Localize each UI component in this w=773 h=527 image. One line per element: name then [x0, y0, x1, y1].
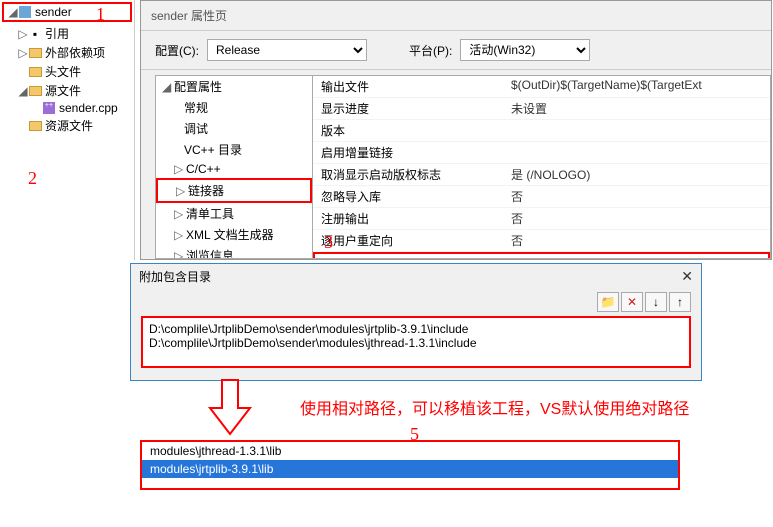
folder-icon — [28, 46, 42, 60]
collapse-icon: ◢ — [8, 5, 18, 19]
delete-button[interactable]: ✕ — [621, 292, 643, 312]
cat-xml-doc[interactable]: ▷XML 文档生成器 — [156, 224, 312, 245]
prop-incremental-link[interactable]: 启用增量链接 — [313, 142, 770, 164]
arrow-up-icon: ↑ — [677, 295, 683, 309]
tree-node-headers[interactable]: 头文件 — [0, 62, 134, 81]
tree-node-sources[interactable]: ◢ 源文件 — [0, 81, 134, 100]
list-item[interactable]: modules\jrtplib-3.9.1\lib — [142, 460, 678, 478]
list-item[interactable]: D:\complile\JrtplibDemo\sender\modules\j… — [149, 336, 683, 350]
project-root-node[interactable]: ◢ sender — [2, 2, 132, 22]
cat-browse-info[interactable]: ▷浏览信息 — [156, 245, 312, 259]
arrow-down-icon: ↓ — [653, 295, 659, 309]
tree-node-external-deps[interactable]: ▷ 外部依赖项 — [0, 43, 134, 62]
include-paths-list[interactable]: D:\complile\JrtplibDemo\sender\modules\j… — [141, 316, 691, 368]
dialog-title: 附加包含目录 — [139, 268, 211, 285]
property-grid: 输出文件$(OutDir)$(TargetName)$(TargetExt 显示… — [313, 75, 771, 259]
prop-ignore-importlib[interactable]: 忽略导入库否 — [313, 186, 770, 208]
tree-node-references[interactable]: ▷ ▪ 引用 — [0, 24, 134, 43]
folder-icon: 📁 — [601, 295, 616, 309]
project-root-label: sender — [35, 5, 72, 19]
annotation-2: 2 — [28, 168, 37, 189]
ref-icon: ▪ — [28, 27, 42, 41]
list-item[interactable]: modules\jthread-1.3.1\lib — [142, 442, 678, 460]
prop-version[interactable]: 版本 — [313, 120, 770, 142]
cat-linker[interactable]: ▷链接器 — [156, 178, 312, 203]
property-category-tree: ◢配置属性 常规 调试 VC++ 目录 ▷C/C++ ▷链接器 ▷清单工具 ▷X… — [155, 75, 313, 259]
folder-icon — [28, 65, 42, 79]
prop-per-user-redirect[interactable]: 逐用户重定向否 — [313, 230, 770, 252]
delete-icon: ✕ — [627, 295, 637, 309]
expand-icon: ▷ — [18, 27, 28, 41]
window-title: sender 属性页 — [141, 1, 771, 30]
platform-select[interactable]: 活动(Win32) — [460, 39, 590, 61]
cat-general[interactable]: 常规 — [156, 97, 312, 118]
tree-node-sender-cpp[interactable]: ++ sender.cpp — [0, 100, 134, 116]
prop-output-file[interactable]: 输出文件$(OutDir)$(TargetName)$(TargetExt — [313, 76, 770, 98]
config-toolbar: 配置(C): Release 平台(P): 活动(Win32) — [141, 31, 771, 69]
new-folder-button[interactable]: 📁 — [597, 292, 619, 312]
close-icon[interactable]: ✕ — [681, 268, 693, 285]
move-down-button[interactable]: ↓ — [645, 292, 667, 312]
platform-label: 平台(P): — [409, 42, 452, 59]
expand-icon: ▷ — [18, 46, 28, 60]
property-pages-window: sender 属性页 配置(C): Release 平台(P): 活动(Win3… — [140, 0, 772, 260]
solution-explorer: ◢ sender ▷ ▪ 引用 ▷ 外部依赖项 头文件 ◢ 源文件 ++ sen… — [0, 0, 135, 260]
collapse-icon: ◢ — [18, 84, 28, 98]
cat-c-cpp[interactable]: ▷C/C++ — [156, 160, 312, 178]
move-up-button[interactable]: ↑ — [669, 292, 691, 312]
cat-vc-dirs[interactable]: VC++ 目录 — [156, 139, 312, 160]
prop-register-output[interactable]: 注册输出否 — [313, 208, 770, 230]
annotation-3: 3 — [324, 232, 333, 253]
annotation-1: 1 — [96, 4, 105, 25]
project-icon — [18, 5, 32, 19]
prop-suppress-banner[interactable]: 取消显示启动版权标志是 (/NOLOGO) — [313, 164, 770, 186]
cat-debug[interactable]: 调试 — [156, 118, 312, 139]
additional-include-dirs-dialog: 附加包含目录 ✕ 📁 ✕ ↓ ↑ D:\complile\JrtplibDemo… — [130, 263, 702, 381]
tree-node-resources[interactable]: 资源文件 — [0, 116, 134, 135]
list-item[interactable]: D:\complile\JrtplibDemo\sender\modules\j… — [149, 322, 683, 336]
cpp-icon: ++ — [42, 101, 56, 115]
prop-additional-lib-dirs[interactable]: 附加库目录 — [313, 252, 770, 259]
config-label: 配置(C): — [155, 42, 199, 59]
annotation-note: 使用相对路径，可以移植该工程，VS默认使用绝对路径 — [300, 395, 689, 419]
arrow-down-annotation — [200, 378, 260, 438]
folder-icon — [28, 84, 42, 98]
prop-show-progress[interactable]: 显示进度未设置 — [313, 98, 770, 120]
config-select[interactable]: Release — [207, 39, 367, 61]
dialog-toolbar: 📁 ✕ ↓ ↑ — [597, 292, 691, 312]
cat-manifest[interactable]: ▷清单工具 — [156, 203, 312, 224]
folder-icon — [28, 119, 42, 133]
lib-dirs-list[interactable]: modules\jthread-1.3.1\lib modules\jrtpli… — [140, 440, 680, 490]
cat-config-properties[interactable]: ◢配置属性 — [156, 76, 312, 97]
